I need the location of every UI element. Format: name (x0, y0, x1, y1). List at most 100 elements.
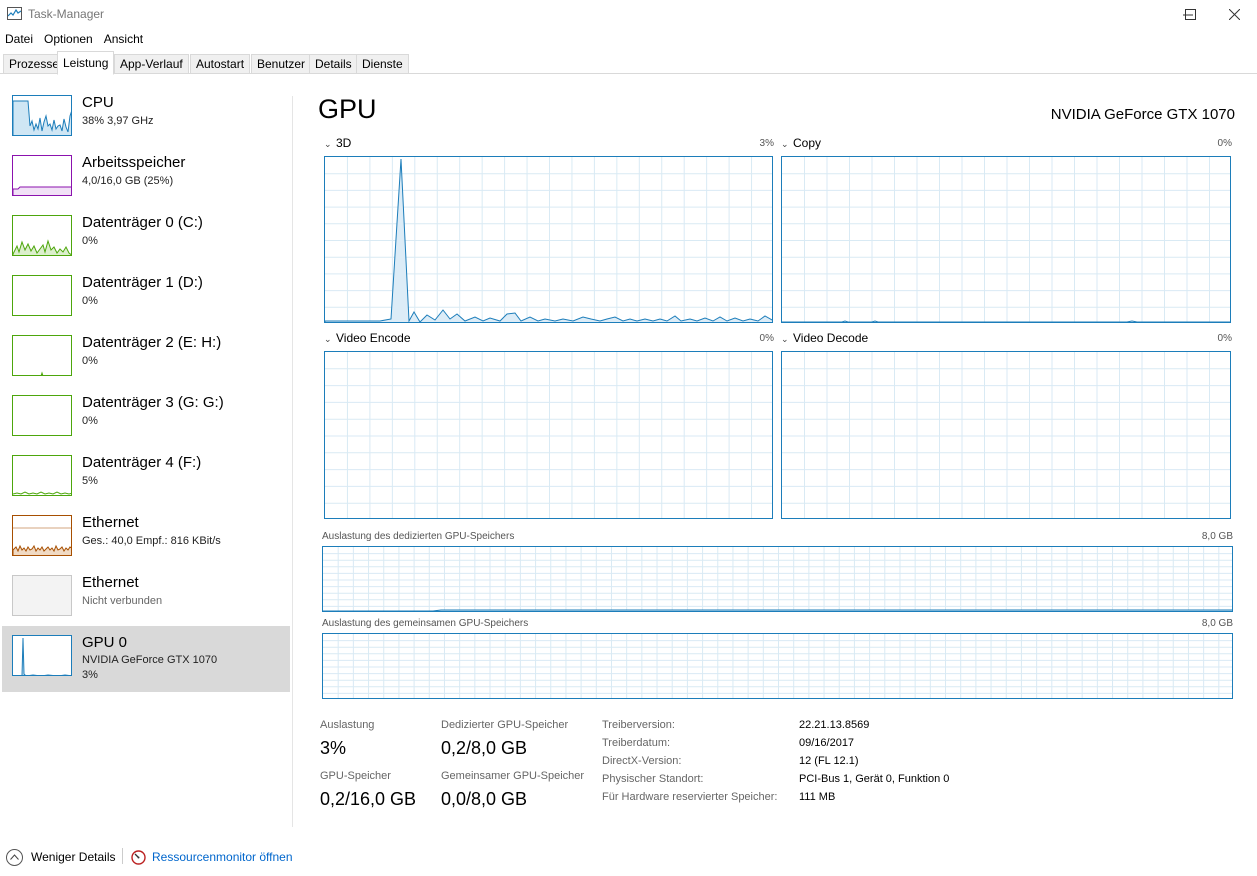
graph-gridlines (782, 352, 1230, 518)
sidebar-item-label: Datenträger 0 (C:) (82, 214, 203, 231)
graph-gridlines (325, 352, 772, 518)
tab-details[interactable]: Details (309, 54, 358, 74)
tab-autostart[interactable]: Autostart (190, 54, 251, 74)
close-button[interactable] (1211, 0, 1257, 28)
sidebar-item-detail: Nicht verbunden (82, 595, 163, 607)
sidebar-item-label: Datenträger 4 (F:) (82, 454, 202, 471)
sidebar-item-disk-0[interactable]: Datenträger 0 (C:) 0% (2, 208, 290, 274)
engine-max-value: 0% (1217, 138, 1232, 149)
sidebar-item-gpu-0[interactable]: GPU 0 NVIDIA GeForce GTX 1070 3% (2, 626, 290, 692)
cpu-thumbnail (12, 95, 72, 136)
sidebar-item-detail: NVIDIA GeForce GTX 1070 (82, 654, 218, 666)
footer: Weniger Details Ressourcenmonitor öffnen (0, 842, 1257, 872)
graph-video-encode-plot (325, 352, 772, 518)
driver-date-label: Treiberdatum: (602, 737, 671, 749)
graph-3d (324, 156, 773, 323)
engine-max-value: 0% (759, 333, 774, 344)
shared-memory-max: 8,0 GB (1201, 618, 1233, 629)
sidebar-item-label: Ethernet (82, 514, 139, 531)
physical-location-value: PCI-Bus 1, Gerät 0, Funktion 0 (799, 773, 950, 785)
engine-label: Video Decode (793, 331, 869, 345)
task-manager-icon (7, 7, 22, 20)
sidebar-item-disk-4[interactable]: Datenträger 4 (F:) 5% (2, 448, 290, 514)
disk-1-thumbnail (12, 275, 72, 316)
sidebar-item-detail: 5% (82, 475, 98, 487)
sidebar-item-label: Datenträger 1 (D:) (82, 274, 203, 291)
memory-thumbnail (12, 155, 72, 196)
driver-version-value: 22.21.13.8569 (799, 719, 870, 731)
graph-shared-memory (322, 633, 1233, 699)
sidebar-item-detail: 38% 3,97 GHz (82, 115, 154, 127)
sidebar-item-detail: 0% (82, 355, 98, 367)
sidebar-item-cpu[interactable]: CPU 38% 3,97 GHz (2, 88, 290, 154)
title-bar: Task-Manager (0, 0, 1257, 28)
gpu-memory-value: 0,2/16,0 GB (320, 789, 417, 809)
sidebar-item-ethernet-disconnected[interactable]: Ethernet Nicht verbunden (2, 568, 290, 634)
sidebar-item-ethernet[interactable]: Ethernet Ges.: 40,0 Empf.: 816 KBit/s (2, 508, 290, 574)
sidebar-item-detail: 0% (82, 415, 98, 427)
graph-copy (781, 156, 1231, 323)
sidebar-item-disk-2[interactable]: Datenträger 2 (E: H:) 0% (2, 328, 290, 394)
engine-label: 3D (336, 136, 352, 150)
tab-dienste[interactable]: Dienste (356, 54, 409, 74)
sidebar-item-label: Datenträger 3 (G: G:) (82, 394, 224, 411)
driver-date-value: 09/16/2017 (799, 737, 855, 749)
sidebar-item-disk-3[interactable]: Datenträger 3 (G: G:) 0% (2, 388, 290, 454)
window-title: Task-Manager (28, 7, 105, 21)
engine-selector-video-encode[interactable]: ⌄ Video Encode (324, 331, 411, 345)
resource-monitor-link[interactable]: Ressourcenmonitor öffnen (131, 846, 293, 868)
menu-optionen[interactable]: Optionen (39, 30, 99, 48)
menu-bar: Datei Optionen Ansicht (0, 30, 149, 48)
tab-app-verlauf[interactable]: App-Verlauf (114, 54, 189, 74)
chevron-down-icon: ⌄ (781, 139, 789, 149)
sidebar-item-label: Datenträger 2 (E: H:) (82, 334, 222, 351)
chevron-down-icon: ⌄ (324, 334, 332, 344)
chevron-down-icon: ⌄ (324, 139, 332, 149)
sidebar-item-detail: Ges.: 40,0 Empf.: 816 KBit/s (82, 535, 221, 547)
gpu-memory-label: GPU-Speicher (320, 770, 391, 782)
engine-selector-video-decode[interactable]: ⌄ Video Decode (781, 331, 868, 345)
tab-prozesse[interactable]: Prozesse (3, 54, 66, 74)
physical-location-label: Physischer Standort: (602, 773, 704, 785)
maximize-button[interactable] (1167, 0, 1213, 28)
close-icon (1228, 8, 1240, 20)
dedicated-memory-max: 8,0 GB (1201, 531, 1233, 542)
engine-label: Video Encode (336, 331, 411, 345)
graph-shared-memory-plot (323, 634, 1232, 698)
graph-video-encode (324, 351, 773, 519)
engine-selector-3d[interactable]: ⌄ 3D (324, 136, 351, 150)
graph-dedicated-memory (322, 546, 1233, 612)
chevron-down-icon: ⌄ (781, 334, 789, 344)
utilization-label: Auslastung (320, 719, 375, 731)
fewer-details-label: Weniger Details (31, 850, 116, 864)
driver-version-label: Treiberversion: (602, 719, 675, 731)
sidebar-item-detail: 0% (82, 235, 98, 247)
ethernet-disconnected-thumbnail (12, 575, 72, 616)
graph-gridlines (323, 547, 1232, 611)
sidebar-item-label: Arbeitsspeicher (82, 154, 186, 171)
panel-divider[interactable] (292, 96, 293, 827)
chevron-up-icon (6, 848, 23, 866)
sidebar-item-label: CPU (82, 94, 114, 111)
shared-memory-value: 0,0/8,0 GB (441, 789, 528, 809)
fewer-details-button[interactable]: Weniger Details (6, 846, 115, 868)
graph-dedicated-memory-plot (323, 547, 1232, 611)
reserved-memory-value: 111 MB (799, 791, 836, 803)
tab-benutzer[interactable]: Benutzer (251, 54, 312, 74)
menu-datei[interactable]: Datei (0, 30, 39, 48)
tab-leistung[interactable]: Leistung (57, 51, 115, 75)
footer-separator (122, 848, 123, 864)
sidebar-item-disk-1[interactable]: Datenträger 1 (D:) 0% (2, 268, 290, 334)
utilization-value: 3% (320, 738, 347, 758)
dedicated-memory-label: Dedizierter GPU-Speicher (441, 719, 569, 731)
sidebar-item-memory[interactable]: Arbeitsspeicher 4,0/16,0 GB (25%) (2, 148, 290, 214)
directx-version-label: DirectX-Version: (602, 755, 682, 767)
menu-ansicht[interactable]: Ansicht (99, 30, 149, 48)
engine-selector-copy[interactable]: ⌄ Copy (781, 136, 821, 150)
sidebar-item-value: 3% (82, 669, 98, 681)
directx-version-value: 12 (FL 12.1) (799, 755, 859, 767)
resource-monitor-label: Ressourcenmonitor öffnen (152, 850, 293, 864)
tab-bar: Prozesse Leistung App-Verlauf Autostart … (0, 51, 1257, 75)
shared-memory-graph-label: Auslastung des gemeinsamen GPU-Speichers (322, 618, 529, 629)
graph-video-decode (781, 351, 1231, 519)
